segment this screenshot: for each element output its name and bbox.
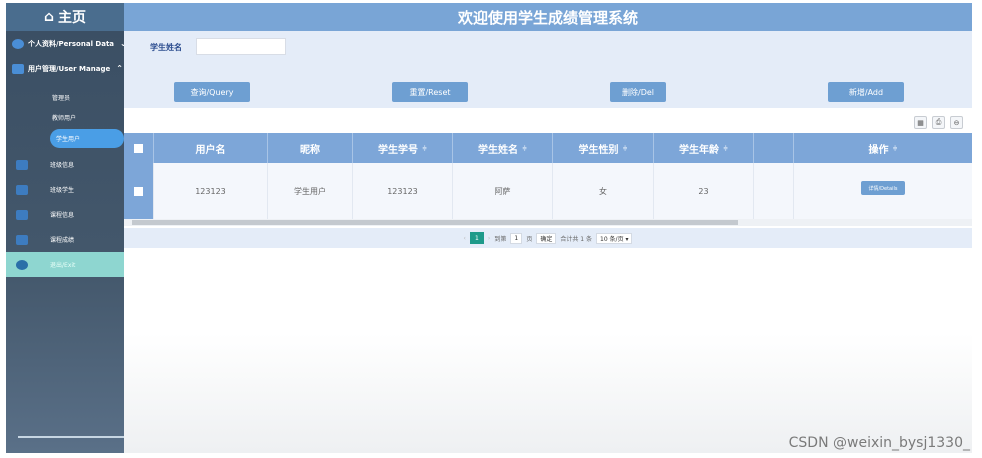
col-gender-label: 学生性别	[578, 144, 619, 156]
users-icon	[12, 63, 24, 74]
goto-confirm-button[interactable]: 确定	[536, 232, 557, 244]
submenu-student-active[interactable]: 学生用户	[50, 129, 124, 148]
menu-exit-label: 退出/Exit	[50, 262, 76, 269]
submenu-teacher-label: 教师用户	[52, 114, 77, 122]
table-header: 用户名 昵称 学生学号 ≑ 学生姓名 ≑ 学生性别 ≑ 学生年龄 ≑ 操作 ≑	[124, 133, 972, 163]
cell-extra	[754, 163, 794, 219]
pagination: ‹ 1 › 到第 1 页 确定 合计共 1 条 10 条/页 ▾	[124, 228, 972, 248]
export-icon[interactable]: ⊖	[950, 116, 963, 129]
row-select-cell	[124, 163, 154, 219]
home-header[interactable]: ⌂ 主页	[6, 3, 124, 31]
goto-page-input[interactable]: 1	[510, 232, 523, 244]
cell-actions: 详情/Details	[794, 163, 972, 219]
col-student-name-label: 学生姓名	[477, 144, 518, 156]
sort-icon: ≑	[421, 144, 428, 152]
add-button[interactable]: 新增/Add	[828, 82, 904, 102]
col-gender[interactable]: 学生性别 ≑	[553, 133, 654, 163]
exit-icon	[16, 259, 28, 270]
menu-course-info[interactable]: 课程信息	[6, 202, 124, 227]
col-age-label: 学生年龄	[678, 144, 719, 156]
sort-icon: ≑	[722, 144, 729, 152]
prev-page-icon[interactable]: ‹	[464, 235, 466, 242]
page-title: 欢迎使用学生成绩管理系统	[457, 8, 638, 27]
query-button[interactable]: 查询/Query	[174, 82, 250, 102]
delete-button[interactable]: 删除/Del	[610, 82, 666, 102]
cell-nickname: 学生用户	[268, 163, 353, 219]
chevron-up-icon: ⌃	[116, 64, 123, 73]
sort-icon: ≑	[622, 144, 628, 152]
top-bar: 欢迎使用学生成绩管理系统	[124, 3, 972, 31]
menu-class-info-label: 班级信息	[50, 162, 75, 169]
page-unit: 页	[526, 235, 533, 243]
next-page-icon[interactable]: ›	[488, 235, 490, 242]
search-label: 学生姓名	[150, 43, 182, 52]
watermark: CSDN @weixin_bysj1330_	[788, 435, 970, 451]
select-all-checkbox[interactable]	[134, 143, 143, 153]
menu-user-manage-label: 用户管理/User Manage	[28, 64, 111, 73]
reset-button[interactable]: 重置/Reset	[392, 82, 468, 102]
col-student-name[interactable]: 学生姓名 ≑	[453, 133, 553, 163]
submenu-teacher[interactable]: 教师用户	[6, 107, 124, 127]
cell-gender: 女	[553, 163, 654, 219]
scrollbar-thumb[interactable]	[132, 220, 738, 225]
col-nickname[interactable]: 昵称	[268, 133, 353, 163]
col-actions[interactable]: 操作 ≑	[794, 133, 972, 163]
cell-student-no: 123123	[353, 163, 453, 219]
search-panel: 学生姓名 查询/Query 重置/Reset 删除/Del 新增/Add	[124, 31, 972, 108]
class-info-icon	[16, 159, 28, 170]
menu-class-students-label: 班级学生	[50, 187, 75, 194]
course-scores-icon	[16, 234, 28, 245]
table-toolbar: ▦ ⎙ ⊖	[124, 109, 972, 133]
menu-course-info-label: 课程信息	[50, 212, 75, 219]
table-row[interactable]: 123123 学生用户 123123 阿萨 女 23 详情/Details	[124, 163, 972, 219]
current-page[interactable]: 1	[469, 232, 484, 244]
cell-student-name: 阿萨	[453, 163, 553, 219]
details-button[interactable]: 详情/Details	[861, 181, 905, 195]
user-icon	[12, 38, 24, 49]
select-all-cell	[124, 133, 154, 163]
submenu-admin[interactable]: 管理员	[6, 87, 124, 107]
home-icon: ⌂	[43, 9, 55, 25]
goto-label: 到第	[494, 235, 507, 243]
menu-class-info[interactable]: 班级信息	[6, 152, 124, 177]
col-nickname-label: 昵称	[300, 144, 320, 156]
course-info-icon	[16, 209, 28, 220]
total-count: 合计共 1 条	[560, 235, 592, 243]
main-content: 欢迎使用学生成绩管理系统 学生姓名 查询/Query 重置/Reset 删除/D…	[124, 3, 972, 453]
menu-personal-data[interactable]: 个人资料/Personal Data ⌄	[6, 31, 124, 56]
columns-icon[interactable]: ▦	[914, 116, 927, 129]
submenu-student-label: 学生用户	[56, 136, 81, 143]
col-student-no[interactable]: 学生学号 ≑	[353, 133, 453, 163]
student-name-input[interactable]	[196, 38, 286, 55]
home-label: 主页	[58, 10, 87, 26]
row-checkbox[interactable]	[134, 186, 143, 196]
col-actions-label: 操作	[868, 144, 889, 156]
submenu-admin-label: 管理员	[52, 94, 71, 102]
menu-personal-label: 个人资料/Personal Data	[28, 39, 115, 48]
sort-icon: ≑	[892, 144, 898, 152]
col-extra	[754, 133, 794, 163]
cell-age: 23	[654, 163, 754, 219]
col-age[interactable]: 学生年龄 ≑	[654, 133, 754, 163]
col-username[interactable]: 用户名	[154, 133, 268, 163]
col-username-label: 用户名	[195, 144, 226, 156]
horizontal-scrollbar[interactable]	[124, 219, 972, 226]
menu-exit[interactable]: 退出/Exit	[6, 252, 124, 277]
print-icon[interactable]: ⎙	[932, 116, 945, 129]
cell-username: 123123	[154, 163, 268, 219]
sort-icon: ≑	[521, 144, 528, 152]
menu-course-scores[interactable]: 课程成绩	[6, 227, 124, 252]
menu-user-manage[interactable]: 用户管理/User Manage ⌃	[6, 56, 124, 81]
page-size-select[interactable]: 10 条/页 ▾	[596, 232, 633, 244]
menu-class-students[interactable]: 班级学生	[6, 177, 124, 202]
col-student-no-label: 学生学号	[377, 144, 418, 156]
sidebar: ⌂ 主页 个人资料/Personal Data ⌄ 用户管理/User Mana…	[6, 3, 124, 453]
class-students-icon	[16, 184, 28, 195]
menu-course-scores-label: 课程成绩	[50, 237, 75, 244]
